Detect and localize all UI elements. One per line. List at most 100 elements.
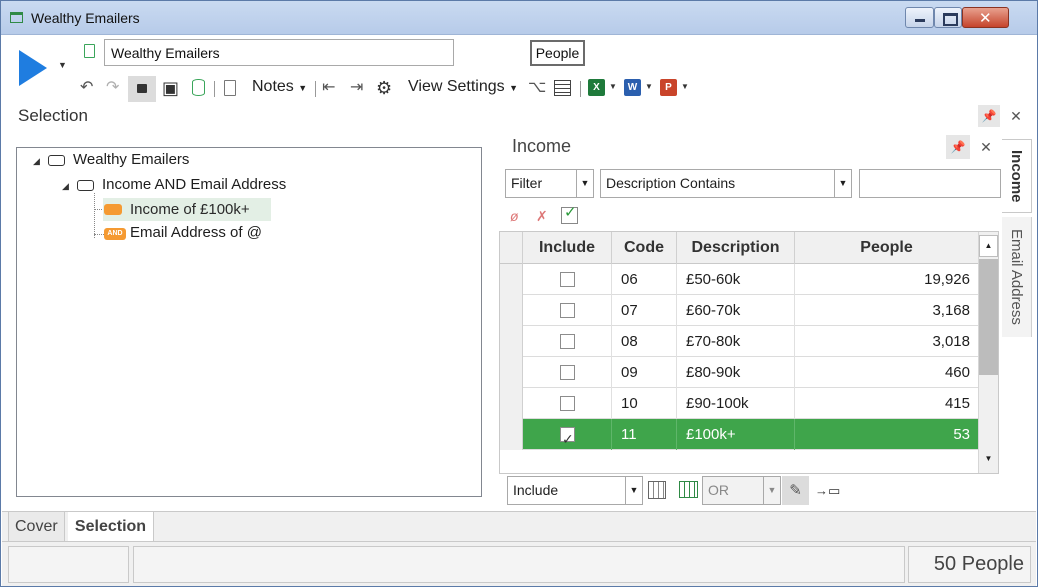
close-window-button[interactable] bbox=[962, 7, 1009, 28]
table-row[interactable]: 07 £60-70k 3,168 bbox=[500, 295, 978, 326]
column-header-include[interactable]: Include bbox=[523, 232, 612, 264]
include-checkbox[interactable] bbox=[560, 365, 575, 380]
people-cell: 3,168 bbox=[932, 302, 970, 319]
excel-dropdown-icon[interactable]: ▼ bbox=[609, 82, 617, 91]
close-panel-icon[interactable]: ✕ bbox=[975, 135, 997, 159]
income-grid: Include Code Description People 06 £50-6… bbox=[499, 231, 999, 474]
pin-icon[interactable]: 📌 bbox=[946, 135, 970, 159]
database-icon[interactable] bbox=[192, 79, 205, 96]
tree-node-income-and-email[interactable]: Income AND Email Address bbox=[102, 176, 286, 193]
window-title: Wealthy Emailers bbox=[31, 10, 140, 26]
view-settings-dropdown-icon: ▼ bbox=[509, 83, 519, 93]
minimize-button[interactable] bbox=[905, 7, 934, 28]
include-checkbox[interactable] bbox=[560, 334, 575, 349]
tree-expander-icon[interactable]: ◢ bbox=[62, 181, 69, 192]
edit-pencil-icon[interactable]: ✎ bbox=[782, 476, 809, 505]
run-icon[interactable] bbox=[19, 50, 47, 86]
clipboard-icon[interactable] bbox=[224, 80, 236, 96]
people-cell: 53 bbox=[953, 426, 970, 443]
side-tab-email-address[interactable]: Email Address bbox=[1002, 217, 1032, 337]
table-row-selected[interactable]: 11 £100k+ 53 bbox=[500, 419, 978, 455]
tree-structure-icon[interactable]: ⌥ bbox=[528, 79, 546, 97]
include-mode-select[interactable]: Include ▼ bbox=[507, 476, 643, 505]
bottom-tab-bar: Cover Selection bbox=[2, 511, 1036, 542]
save-icon[interactable]: ▣ bbox=[162, 79, 179, 97]
filter-mode-value: Filter bbox=[511, 175, 543, 191]
filter-text-input[interactable] bbox=[859, 169, 1001, 198]
indent-left-icon[interactable]: ⇤ bbox=[322, 79, 335, 97]
code-cell: 10 bbox=[612, 388, 677, 419]
table-icon[interactable] bbox=[679, 481, 698, 498]
column-header-description[interactable]: Description bbox=[677, 232, 795, 264]
link-arrow-icon[interactable]: →▭ bbox=[815, 483, 840, 499]
powerpoint-export-icon[interactable]: P bbox=[660, 79, 677, 96]
notes-button[interactable]: Notes ▼ bbox=[252, 78, 307, 96]
view-settings-label: View Settings bbox=[408, 78, 505, 95]
filter-field-value: Description Contains bbox=[606, 175, 736, 191]
pin-icon[interactable]: 📌 bbox=[978, 105, 1000, 127]
column-header-code[interactable]: Code bbox=[612, 232, 677, 264]
indent-right-icon[interactable]: ⇥ bbox=[350, 79, 363, 97]
notes-dropdown-icon: ▼ bbox=[298, 83, 308, 93]
side-tab-income[interactable]: Income bbox=[1002, 139, 1032, 213]
include-cell bbox=[523, 388, 612, 419]
toolbar-separator bbox=[214, 81, 215, 97]
row-header-corner bbox=[500, 232, 523, 264]
include-checkbox[interactable] bbox=[560, 303, 575, 318]
scroll-down-icon[interactable]: ▼ bbox=[979, 449, 998, 471]
table-row[interactable]: 06 £50-60k 19,926 bbox=[500, 264, 978, 295]
tree-expander-icon[interactable]: ◢ bbox=[33, 156, 40, 167]
column-header-people[interactable]: People bbox=[795, 232, 978, 264]
include-checkbox[interactable] bbox=[560, 272, 575, 287]
tree-node-income[interactable]: Income of £100k+ bbox=[130, 201, 250, 218]
people-button[interactable]: People bbox=[530, 40, 585, 66]
grid-header: Include Code Description People bbox=[500, 232, 978, 264]
filter-mode-select[interactable]: Filter ▼ bbox=[505, 169, 594, 198]
word-dropdown-icon[interactable]: ▼ bbox=[645, 82, 653, 91]
code-cell: 07 bbox=[612, 295, 677, 326]
status-panel bbox=[8, 546, 129, 583]
filter-field-select[interactable]: Description Contains ▼ bbox=[600, 169, 852, 198]
excel-export-icon[interactable]: X bbox=[588, 79, 605, 96]
title-bar: Wealthy Emailers bbox=[1, 1, 1037, 35]
group-node-icon bbox=[77, 180, 94, 191]
scroll-thumb[interactable] bbox=[979, 259, 998, 375]
people-cell: 3,018 bbox=[932, 333, 970, 350]
word-export-icon[interactable]: W bbox=[624, 79, 641, 96]
include-checkbox[interactable] bbox=[560, 424, 575, 455]
row-header bbox=[500, 295, 523, 326]
remove-icon[interactable]: ✗ bbox=[536, 207, 548, 225]
tree-node-email[interactable]: Email Address of @ bbox=[130, 224, 262, 241]
redo-icon[interactable]: ↷ bbox=[106, 79, 119, 97]
maximize-button[interactable] bbox=[934, 7, 962, 28]
root-node-icon bbox=[48, 155, 65, 166]
people-count: 50 People bbox=[908, 546, 1031, 583]
table-row[interactable]: 10 £90-100k 415 bbox=[500, 388, 978, 419]
view-settings-button[interactable]: View Settings ▼ bbox=[408, 78, 518, 96]
undo-icon[interactable]: ↶ bbox=[80, 79, 93, 97]
table-row[interactable]: 09 £80-90k 460 bbox=[500, 357, 978, 388]
lock-icon[interactable] bbox=[128, 76, 156, 102]
row-header bbox=[500, 264, 523, 295]
grid-vertical-scrollbar[interactable]: ▲ ▼ bbox=[978, 232, 998, 473]
select-all-icon[interactable] bbox=[561, 204, 578, 224]
include-cell bbox=[523, 419, 612, 455]
tab-selection[interactable]: Selection bbox=[68, 512, 154, 542]
close-panel-icon[interactable]: ✕ bbox=[1005, 105, 1027, 127]
clear-filter-icon[interactable]: ø bbox=[510, 207, 519, 225]
grid-view-icon[interactable] bbox=[554, 80, 571, 96]
tab-cover[interactable]: Cover bbox=[8, 512, 65, 542]
chevron-down-icon: ▼ bbox=[625, 477, 642, 504]
table-row[interactable]: 08 £70-80k 3,018 bbox=[500, 326, 978, 357]
scroll-up-icon[interactable]: ▲ bbox=[979, 235, 998, 257]
include-cell bbox=[523, 357, 612, 388]
powerpoint-dropdown-icon[interactable]: ▼ bbox=[681, 82, 689, 91]
logic-operator-select[interactable]: OR ▼ bbox=[702, 476, 781, 505]
selection-name-input[interactable] bbox=[104, 39, 454, 66]
calculator-icon[interactable] bbox=[648, 481, 666, 499]
include-checkbox[interactable] bbox=[560, 396, 575, 411]
code-cell: 09 bbox=[612, 357, 677, 388]
tree-node-root[interactable]: Wealthy Emailers bbox=[73, 151, 189, 168]
run-dropdown-arrow-icon[interactable]: ▼ bbox=[58, 60, 67, 70]
gear-icon[interactable]: ⚙ bbox=[376, 79, 392, 97]
